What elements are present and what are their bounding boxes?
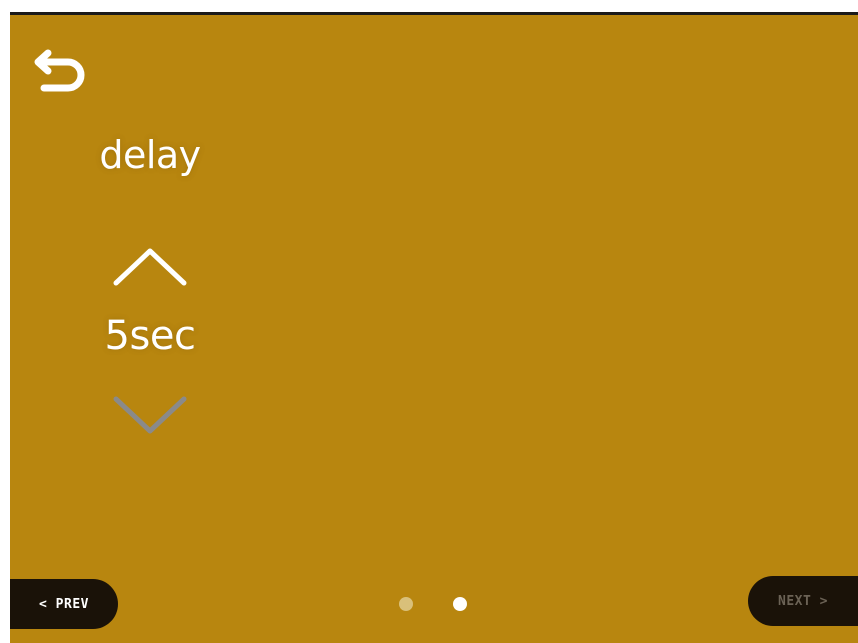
decrease-button[interactable] [110, 393, 190, 439]
page-indicator [397, 597, 477, 617]
setting-value: 5sec [104, 313, 196, 359]
back-button[interactable] [34, 43, 94, 99]
setting-label: delay [99, 133, 201, 177]
undo-arrow-icon [34, 49, 85, 92]
chevron-down-icon [113, 396, 187, 434]
increase-button[interactable] [110, 243, 190, 289]
left-margin [0, 12, 10, 643]
page-dot-2-active[interactable] [453, 597, 467, 611]
settings-screen: delay 5sec < PREV NEXT > [10, 12, 858, 643]
prev-button[interactable]: < PREV [10, 579, 118, 629]
next-button[interactable]: NEXT > [748, 576, 858, 626]
page-dot-1[interactable] [399, 597, 413, 611]
chevron-up-icon [113, 248, 187, 286]
